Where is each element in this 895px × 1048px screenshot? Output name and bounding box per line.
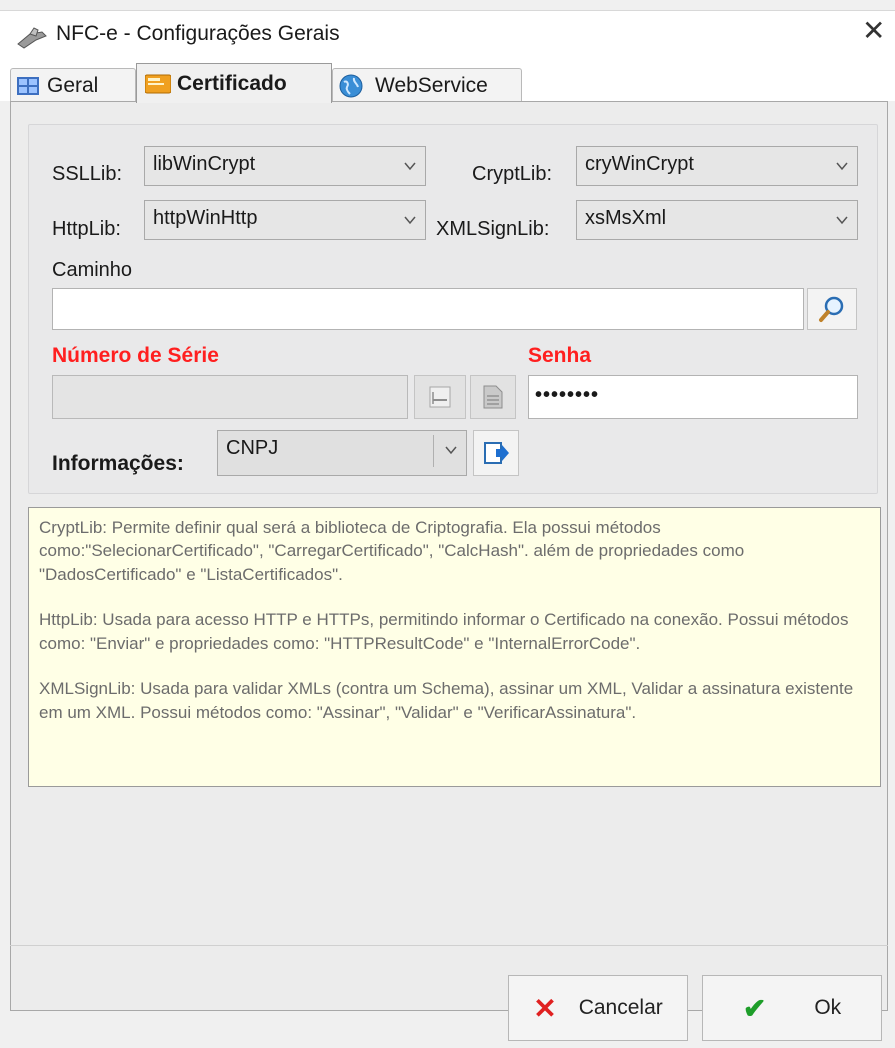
help-xmlsignlib-text: XMLSignLib: Usada para validar XMLs (con… bbox=[39, 679, 854, 722]
window-title: NFC-e - Configurações Gerais bbox=[56, 22, 340, 45]
cancel-x-icon: ✕ bbox=[533, 992, 557, 1024]
xmlsignlib-select[interactable]: xsMsXml bbox=[576, 200, 858, 240]
numero-serie-input bbox=[52, 375, 408, 419]
certificate-icon bbox=[144, 73, 172, 95]
globe-icon bbox=[339, 74, 363, 98]
ssllib-value: libWinCrypt bbox=[153, 153, 256, 175]
search-icon bbox=[819, 296, 844, 322]
load-certificate-button[interactable] bbox=[470, 375, 516, 419]
informacoes-label: Informações: bbox=[52, 452, 184, 475]
caminho-label: Caminho bbox=[52, 259, 133, 281]
ok-button[interactable]: ✔ Ok bbox=[702, 975, 882, 1041]
browse-button[interactable] bbox=[807, 288, 857, 330]
httplib-label: HttpLib: bbox=[52, 218, 121, 240]
cryptlib-select[interactable]: cryWinCrypt bbox=[576, 146, 858, 186]
chevron-down-icon bbox=[445, 446, 457, 455]
footer-divider bbox=[10, 945, 888, 946]
help-httplib-text: HttpLib: Usada para acesso HTTP e HTTPs,… bbox=[39, 610, 849, 653]
chevron-down-icon bbox=[836, 216, 848, 225]
certificate-list-icon bbox=[429, 386, 451, 408]
chevron-down-icon bbox=[836, 162, 848, 171]
ssllib-select[interactable]: libWinCrypt bbox=[144, 146, 426, 186]
cancel-button[interactable]: ✕ Cancelar bbox=[508, 975, 688, 1041]
select-certificate-button[interactable] bbox=[414, 375, 466, 419]
cryptlib-value: cryWinCrypt bbox=[585, 153, 694, 175]
show-info-button[interactable] bbox=[473, 430, 519, 476]
ok-label: Ok bbox=[814, 996, 842, 1019]
tab-label: Geral bbox=[47, 73, 99, 97]
ssllib-label: SSLLib: bbox=[52, 163, 123, 185]
senha-label: Senha bbox=[528, 344, 592, 367]
tab-certificado[interactable]: Certificado bbox=[136, 63, 332, 103]
tab-label: Certificado bbox=[177, 71, 287, 95]
chevron-down-icon bbox=[404, 162, 416, 171]
httplib-value: httpWinHttp bbox=[153, 207, 258, 229]
cryptlib-label: CryptLib: bbox=[472, 163, 553, 185]
help-text-panel: CryptLib: Permite definir qual será a bi… bbox=[28, 507, 881, 787]
tab-webservice[interactable]: WebService bbox=[332, 68, 522, 102]
help-cryptlib-text: CryptLib: Permite definir qual será a bi… bbox=[39, 518, 745, 584]
xmlsignlib-label: XMLSignLib: bbox=[436, 218, 550, 240]
httplib-select[interactable]: httpWinHttp bbox=[144, 200, 426, 240]
tab-geral[interactable]: Geral bbox=[10, 68, 136, 102]
caminho-input[interactable] bbox=[52, 288, 804, 330]
informacoes-value: CNPJ bbox=[226, 437, 279, 459]
cancel-label: Cancelar bbox=[578, 996, 663, 1019]
senha-input[interactable]: •••••••• bbox=[528, 375, 858, 419]
tab-label: WebService bbox=[375, 73, 488, 97]
checkmark-icon: ✔ bbox=[742, 992, 767, 1024]
grid-icon bbox=[17, 76, 39, 95]
numero-serie-label: Número de Série bbox=[52, 344, 219, 367]
informacoes-select[interactable]: CNPJ bbox=[217, 430, 467, 476]
document-icon bbox=[483, 385, 503, 409]
chevron-down-icon bbox=[404, 216, 416, 225]
close-icon[interactable]: ✕ bbox=[862, 14, 885, 47]
app-icon bbox=[16, 26, 48, 52]
xmlsignlib-value: xsMsXml bbox=[585, 207, 667, 229]
export-arrow-icon bbox=[484, 442, 509, 464]
